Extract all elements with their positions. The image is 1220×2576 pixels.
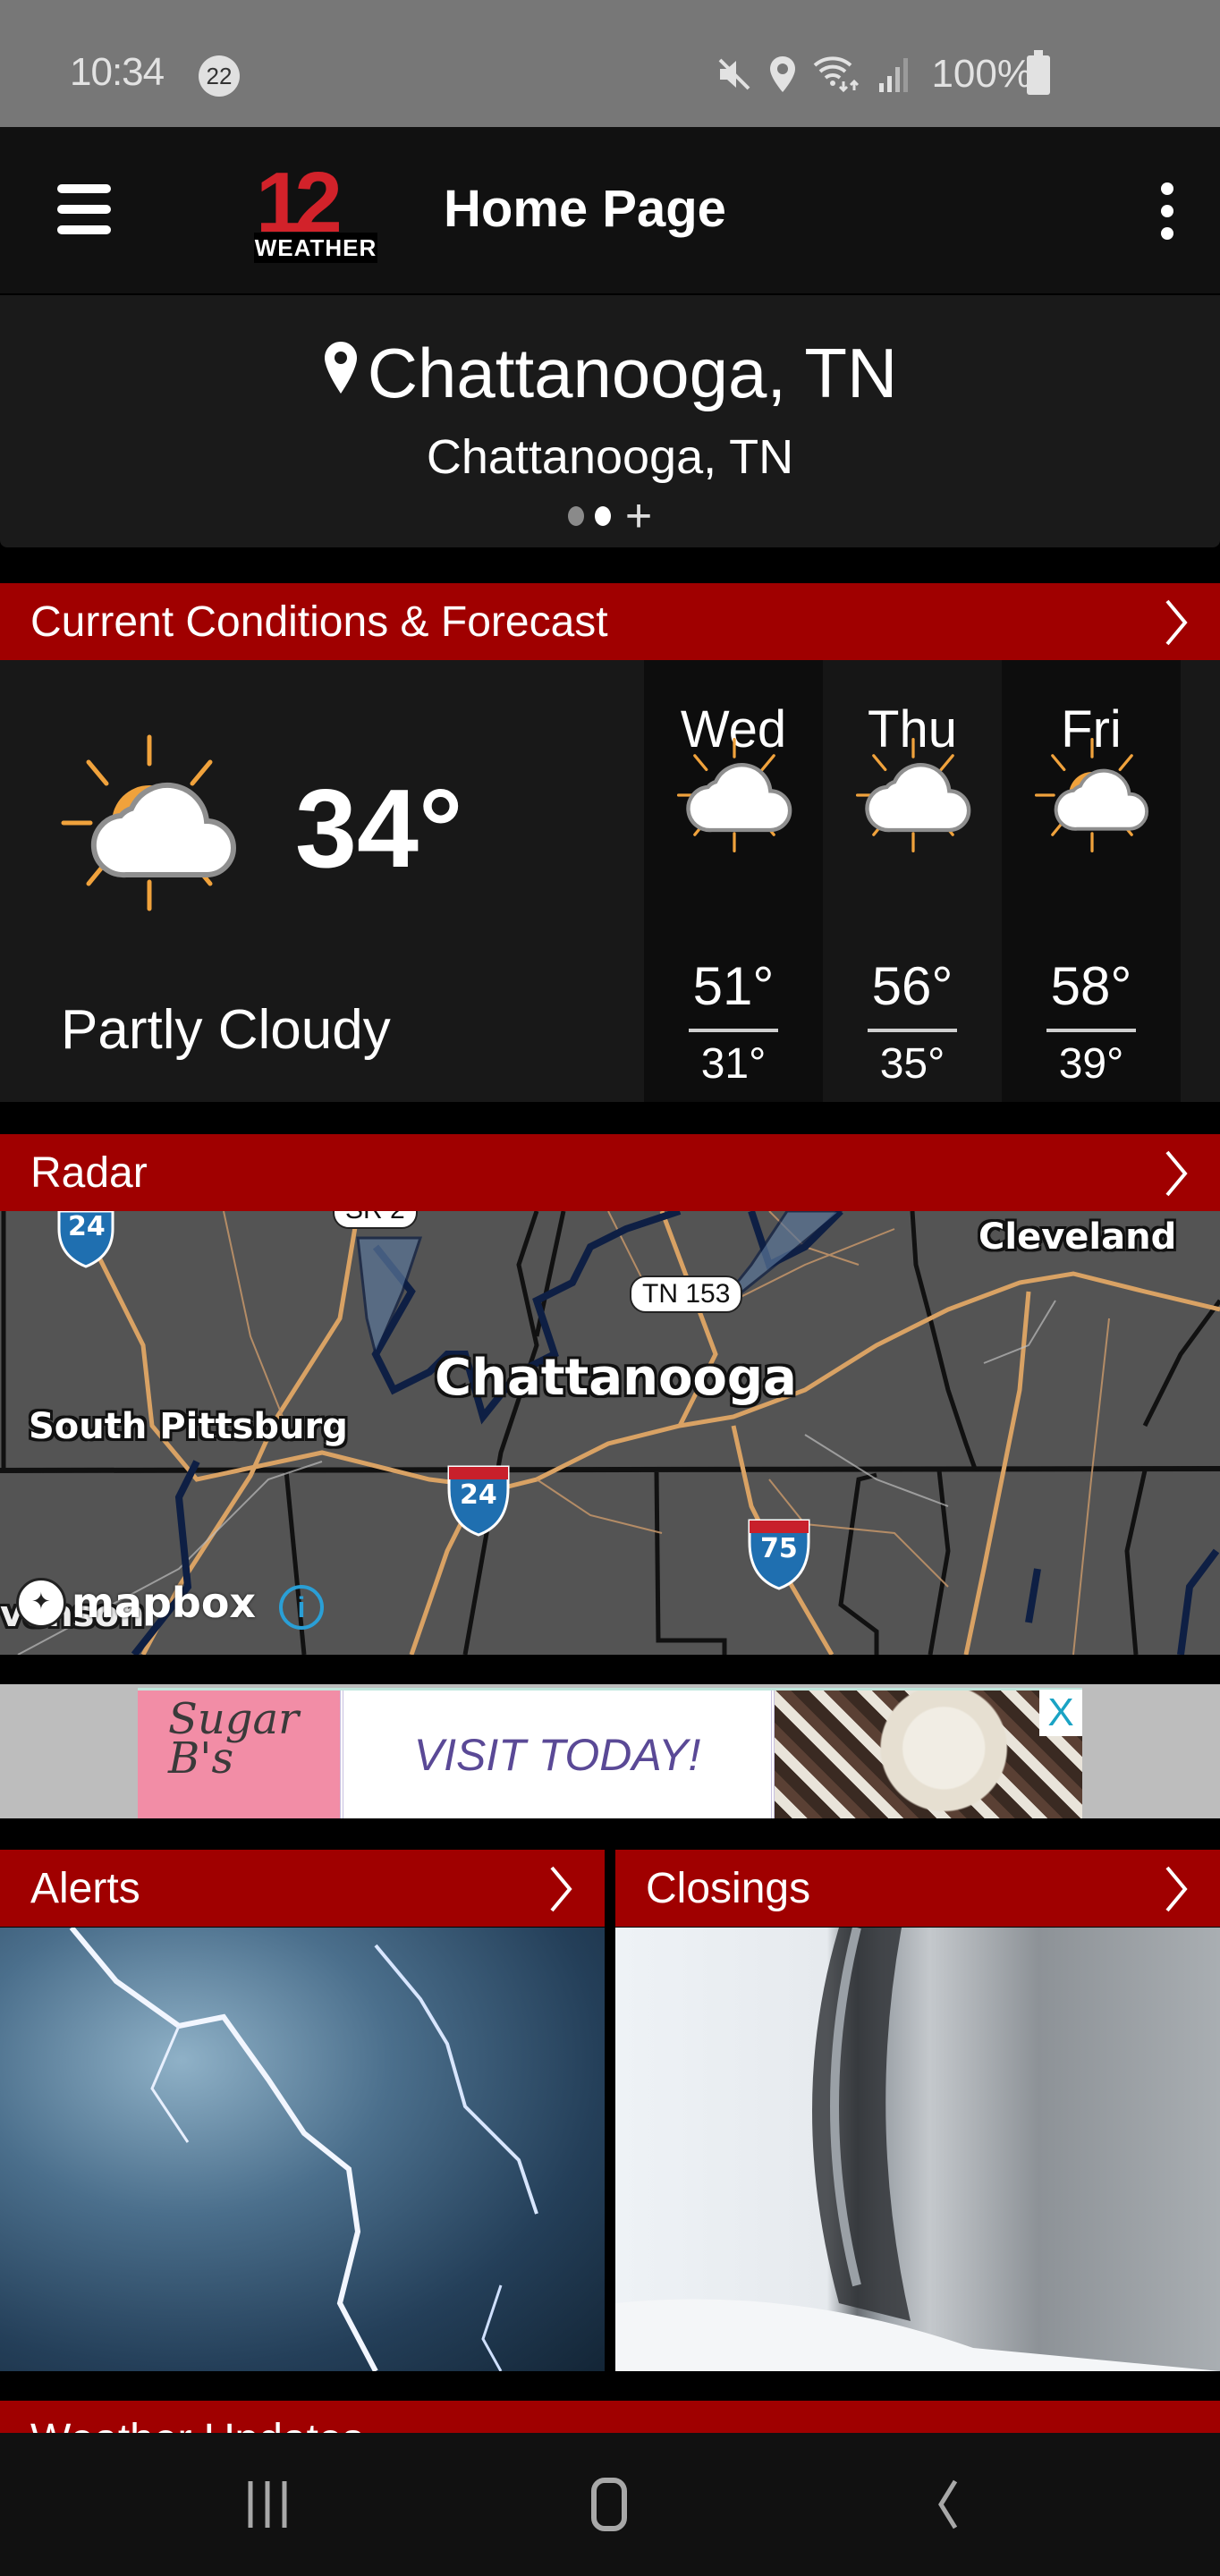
mute-icon — [719, 58, 750, 90]
battery-icon — [1027, 50, 1050, 95]
chevron-right-icon — [1165, 599, 1188, 646]
location-subtitle: Chattanooga, TN — [426, 430, 794, 484]
mapbox-logo-icon — [16, 1578, 66, 1628]
hamburger-icon — [57, 225, 111, 234]
map-info-button[interactable]: i — [279, 1585, 324, 1630]
closings-header[interactable]: Closings — [615, 1850, 1220, 1927]
forecast-low: 31° — [700, 1040, 767, 1088]
partly-cloudy-icon — [55, 733, 243, 912]
channel-12-logo: 12 WEATHER — [254, 155, 379, 263]
city-label-south-pittsburg: South Pittsburg — [29, 1406, 348, 1447]
partly-cloudy-icon — [1034, 737, 1149, 853]
lightning-storm-image[interactable] — [0, 1928, 605, 2371]
system-nav-bar — [0, 2433, 1220, 2576]
snowy-tire-image[interactable] — [615, 1928, 1220, 2371]
page-dot-active[interactable] — [594, 506, 611, 526]
hi-lo-divider — [868, 1029, 957, 1032]
forecast-day[interactable]: Wed 51° 31° — [644, 660, 823, 1102]
section-title: Current Conditions & Forecast — [30, 598, 608, 646]
interstate-24-label: 24 — [460, 1479, 497, 1511]
radar-header[interactable]: Radar — [0, 1134, 1220, 1211]
forecast-day[interactable]: Fri 58° 39° — [1002, 660, 1181, 1102]
add-location-button[interactable]: + — [625, 493, 652, 539]
app-bar: 12 WEATHER Home Page — [0, 127, 1220, 293]
alerts-header[interactable]: Alerts — [0, 1850, 605, 1927]
battery-percent: 100% — [931, 52, 1032, 96]
tire-graphic — [615, 1928, 1220, 2371]
city-label-chattanooga: Chattanooga — [435, 1349, 797, 1407]
interstate-75-label: 75 — [760, 1533, 798, 1564]
forecast-low: 35° — [879, 1040, 945, 1088]
notification-count-badge: 22 — [199, 55, 240, 97]
mostly-cloudy-icon — [855, 737, 973, 853]
mostly-cloudy-icon — [676, 737, 794, 853]
location-icon — [770, 56, 796, 92]
status-bar: 10:34 22 100% — [0, 0, 1220, 127]
ad-brand-logo: Sugar B's — [138, 1690, 340, 1818]
more-vert-icon — [1161, 205, 1173, 217]
section-title: Closings — [646, 1865, 811, 1912]
more-vert-icon — [1161, 227, 1173, 240]
status-time: 10:34 — [70, 50, 165, 94]
ad-close-button[interactable]: X — [1039, 1690, 1082, 1736]
ad-creative[interactable]: Sugar B's VISIT TODAY! — [138, 1688, 1082, 1818]
interstate-24-label: 24 — [68, 1211, 106, 1242]
page-dot[interactable] — [567, 506, 584, 526]
back-icon[interactable] — [909, 2476, 989, 2533]
hi-lo-divider — [689, 1029, 778, 1032]
home-icon[interactable] — [569, 2476, 649, 2533]
page-title: Home Page — [444, 180, 726, 238]
route-sr-label: SR 2 — [333, 1211, 418, 1229]
forecast-day[interactable]: Thu 56° 35° — [823, 660, 1002, 1102]
location-pin-icon — [324, 341, 357, 394]
current-conditions-panel[interactable]: 34° Partly Cloudy Wed 51° 31° Thu 56° 35… — [0, 660, 1220, 1102]
section-title: Weather Updates — [30, 2415, 364, 2433]
chevron-right-icon — [1165, 1866, 1188, 1912]
more-options-button[interactable] — [1154, 182, 1181, 240]
current-temperature: 34° — [295, 767, 463, 891]
status-icons: 100% — [716, 52, 1032, 97]
wifi-icon — [814, 56, 860, 93]
forecast-high: 58° — [1050, 956, 1132, 1016]
chevron-right-icon — [1165, 1150, 1188, 1197]
lightning-bolt-graphic — [69, 1928, 538, 2371]
radar-map[interactable]: 24 24 75 SR 2 TN 153 Chattanooga Clevela… — [0, 1211, 1220, 1655]
hamburger-icon — [57, 184, 111, 193]
more-vert-icon — [1161, 182, 1173, 195]
chevron-right-icon — [550, 1866, 572, 1912]
forecast-low: 39° — [1058, 1040, 1124, 1088]
logo-word: WEATHER — [254, 233, 377, 263]
hamburger-icon — [57, 205, 111, 214]
ad-product-image — [775, 1690, 1082, 1818]
ad-banner: Sugar B's VISIT TODAY! X — [0, 1684, 1220, 1818]
signal-icon — [879, 58, 909, 92]
menu-button[interactable] — [57, 184, 111, 234]
forecast-high: 51° — [692, 956, 775, 1016]
ad-cta-text: VISIT TODAY! — [340, 1690, 775, 1818]
current-condition-text: Partly Cloudy — [61, 999, 391, 1061]
location-title: Chattanooga, TN — [0, 333, 1220, 414]
city-label-cleveland: Cleveland — [979, 1216, 1177, 1258]
mapbox-attribution[interactable]: mapbox — [16, 1578, 256, 1628]
recents-icon[interactable] — [227, 2476, 308, 2533]
mapbox-wordmark: mapbox — [72, 1579, 257, 1627]
location-name: Chattanooga, TN — [367, 334, 898, 412]
location-pager: + — [0, 493, 1220, 539]
weather-updates-header[interactable]: Weather Updates — [0, 2401, 1220, 2433]
forecast-high: 56° — [871, 956, 953, 1016]
hi-lo-divider — [1046, 1029, 1136, 1032]
section-title: Alerts — [30, 1865, 140, 1912]
section-title: Radar — [30, 1149, 148, 1197]
location-card[interactable]: Chattanooga, TN Chattanooga, TN + — [0, 295, 1220, 547]
current-conditions-header[interactable]: Current Conditions & Forecast — [0, 583, 1220, 660]
route-tn153-label: TN 153 — [630, 1275, 743, 1313]
